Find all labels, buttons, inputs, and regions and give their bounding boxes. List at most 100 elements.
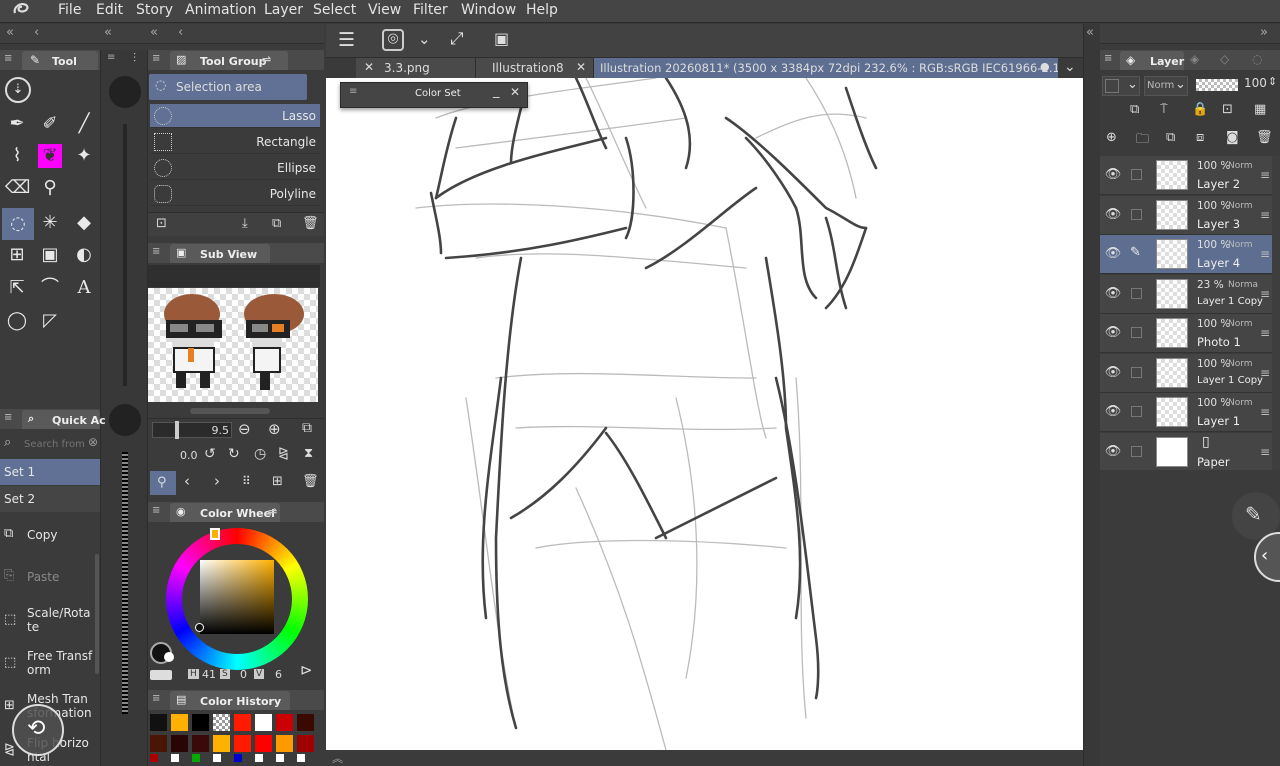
layer-checkbox[interactable] [1131, 287, 1142, 299]
fit-view-icon[interactable]: ⧉ [302, 420, 312, 436]
layer-menu-icon[interactable]: ≡ [1260, 326, 1270, 340]
rotate-left-icon[interactable]: ↺ [204, 446, 216, 462]
layer-row[interactable]: 👁 100 % Norm Layer 3 ≡ [1100, 195, 1272, 235]
hamburger-icon[interactable]: ☰ [338, 29, 355, 51]
layer-checkbox[interactable] [1131, 208, 1142, 220]
layer-menu-icon[interactable]: ≡ [1260, 168, 1270, 182]
vector-icon[interactable]: ⌒ [38, 276, 62, 300]
visibility-eye-icon[interactable]: 👁 [1104, 325, 1122, 341]
tab-layer[interactable]: ◈ Layer [1120, 51, 1184, 70]
play-icon[interactable]: ⊳ [300, 661, 313, 679]
lasso-logo-icon[interactable]: ◎ [382, 29, 404, 51]
subtool-polyline[interactable]: Polyline [150, 182, 320, 206]
clip-icon[interactable]: ⧉ [1130, 102, 1139, 117]
eyedropper-button[interactable]: ⚲ [150, 471, 176, 495]
close-tab-icon[interactable]: ✕ [364, 60, 374, 74]
app-logo-icon[interactable] [10, 1, 32, 21]
menu-layer[interactable]: Layer [264, 2, 303, 18]
animation-tab-icon[interactable]: ◌ [1252, 52, 1262, 66]
panel-menu-icon[interactable]: ≡ [4, 412, 12, 423]
settings-slider-icon[interactable]: ⫶ [133, 51, 136, 66]
command-paste[interactable]: ⎘ Paste [0, 560, 100, 600]
sub-view-scrollbar[interactable] [190, 408, 270, 414]
layer-row[interactable]: 👁 ✎ 100 % Norm Layer 4 ≡ [1100, 235, 1272, 274]
auto-select-icon[interactable]: ✳ [38, 211, 62, 235]
zoom-in-icon[interactable]: ⊕ [268, 420, 281, 438]
eyedropper-icon[interactable]: ⚲ [38, 176, 62, 200]
layer-checkbox[interactable] [1131, 445, 1142, 457]
color-history-swatch[interactable] [297, 714, 314, 731]
layer-row[interactable]: 👁 23 % Norma Layer 1 Copy ≡ [1100, 274, 1272, 314]
lasso-selection-icon[interactable]: ◌ [2, 208, 34, 240]
reference-icon[interactable]: ⍑ [1160, 102, 1168, 117]
new-view-icon[interactable]: ⊞ [272, 474, 283, 489]
color-history-swatch[interactable] [255, 735, 272, 752]
reset-rotation-icon[interactable]: ◷ [254, 446, 266, 462]
visibility-eye-icon[interactable]: 👁 [1104, 365, 1122, 381]
panel-menu-icon[interactable]: ≡ [4, 53, 12, 64]
collapse-up-icon[interactable]: ︽ [332, 750, 343, 766]
frame-icon[interactable]: ⊞ [5, 243, 29, 267]
chevron-left-icon[interactable]: ‹ [184, 472, 190, 490]
color-history-swatch[interactable] [171, 754, 179, 762]
panel-menu-icon[interactable]: ≡ [152, 246, 160, 257]
mask-icon[interactable]: ▦ [1254, 102, 1266, 117]
tab-tool[interactable]: ✎ Tool [22, 51, 98, 70]
color-history-swatch[interactable] [150, 735, 167, 752]
layer-row[interactable]: 👁 100 % Norm Layer 2 ≡ [1100, 156, 1272, 195]
panel-menu-icon[interactable]: ≡ [1104, 53, 1112, 64]
visibility-eye-icon[interactable]: 👁 [1104, 167, 1122, 183]
tool-group-selection-area[interactable]: ◌ Selection area [149, 74, 307, 100]
fill-bucket-icon[interactable]: ◆ [72, 211, 96, 235]
color-history-swatch[interactable] [297, 754, 305, 762]
color-history-swatch[interactable] [234, 735, 251, 752]
doc-tab-3-3[interactable]: ✕ 3.3.png [356, 58, 476, 78]
chevron-right-icon[interactable]: › [214, 472, 220, 490]
collapse-right-icon[interactable]: » [1260, 25, 1268, 40]
command-scale-rotate[interactable]: ⬚ Scale/Rotate [0, 602, 100, 642]
layer-row[interactable]: 👁 100 % Norm Layer 1 Copy ≡ [1100, 353, 1272, 393]
blend-icon[interactable]: ◐ [72, 243, 96, 267]
zoom-slider[interactable]: 9.5 [152, 421, 232, 439]
merge-down-icon[interactable]: ⧈ [1196, 130, 1204, 145]
color-history-swatch[interactable] [276, 735, 293, 752]
layer-checkbox[interactable] [1131, 406, 1142, 417]
menu-help[interactable]: Help [526, 2, 558, 18]
tab-sub-view[interactable]: ▣ Sub View [170, 244, 270, 263]
color-history-swatch[interactable] [297, 735, 314, 752]
color-history-swatch[interactable] [171, 735, 188, 752]
trash-icon[interactable]: 🗑 [302, 474, 319, 489]
chevron-down-icon[interactable]: ⌄ [418, 30, 431, 48]
layer-checkbox[interactable] [1131, 169, 1142, 180]
brush-size-slider[interactable] [123, 124, 127, 386]
airbrush-icon[interactable]: ⌇ [5, 144, 29, 168]
layer-list-scrollbar[interactable] [1272, 156, 1280, 470]
menu-file[interactable]: File [58, 2, 81, 18]
color-history-swatch[interactable] [150, 714, 167, 731]
tab-quick-access[interactable]: ⌕ Quick Ac [22, 410, 106, 429]
ruler-icon[interactable]: ◸ [38, 309, 62, 333]
panel-menu-icon[interactable]: ≡ [152, 693, 160, 704]
visibility-eye-icon[interactable]: 👁 [1104, 286, 1122, 302]
collapse-right-icon[interactable]: « [1086, 25, 1094, 40]
subtool-ellipse[interactable]: Ellipse [150, 156, 320, 180]
quick-access-set-1[interactable]: Set 1 [0, 459, 100, 485]
layer-save-icon[interactable]: ▣ [494, 29, 509, 48]
close-tab-icon[interactable]: ✕ [576, 60, 586, 74]
subtool-rectangle[interactable]: Rectangle [150, 130, 320, 154]
text-icon[interactable]: A [72, 276, 96, 300]
color-picker-handle[interactable] [195, 623, 204, 632]
trash-icon[interactable]: 🗑 [302, 216, 319, 231]
layer-row[interactable]: 👁 100 % Norm Layer 1 ≡ [1100, 393, 1272, 432]
menu-edit[interactable]: Edit [96, 2, 123, 18]
flip-vertical-icon[interactable]: ⧗ [304, 446, 313, 461]
color-history-swatch[interactable] [150, 754, 158, 762]
quick-access-scrollbar[interactable] [95, 554, 99, 674]
color-history-swatch[interactable] [213, 714, 230, 731]
menu-view[interactable]: View [368, 2, 401, 18]
settings-slider-icon[interactable]: ⇌ [262, 53, 271, 66]
subtool-settings-icon[interactable]: ⊡ [156, 216, 167, 231]
panel-menu-icon[interactable]: ≡ [349, 86, 357, 97]
tab-color-wheel[interactable]: ◉ Color Wheel [170, 503, 280, 522]
color-history-swatch[interactable] [276, 714, 293, 731]
